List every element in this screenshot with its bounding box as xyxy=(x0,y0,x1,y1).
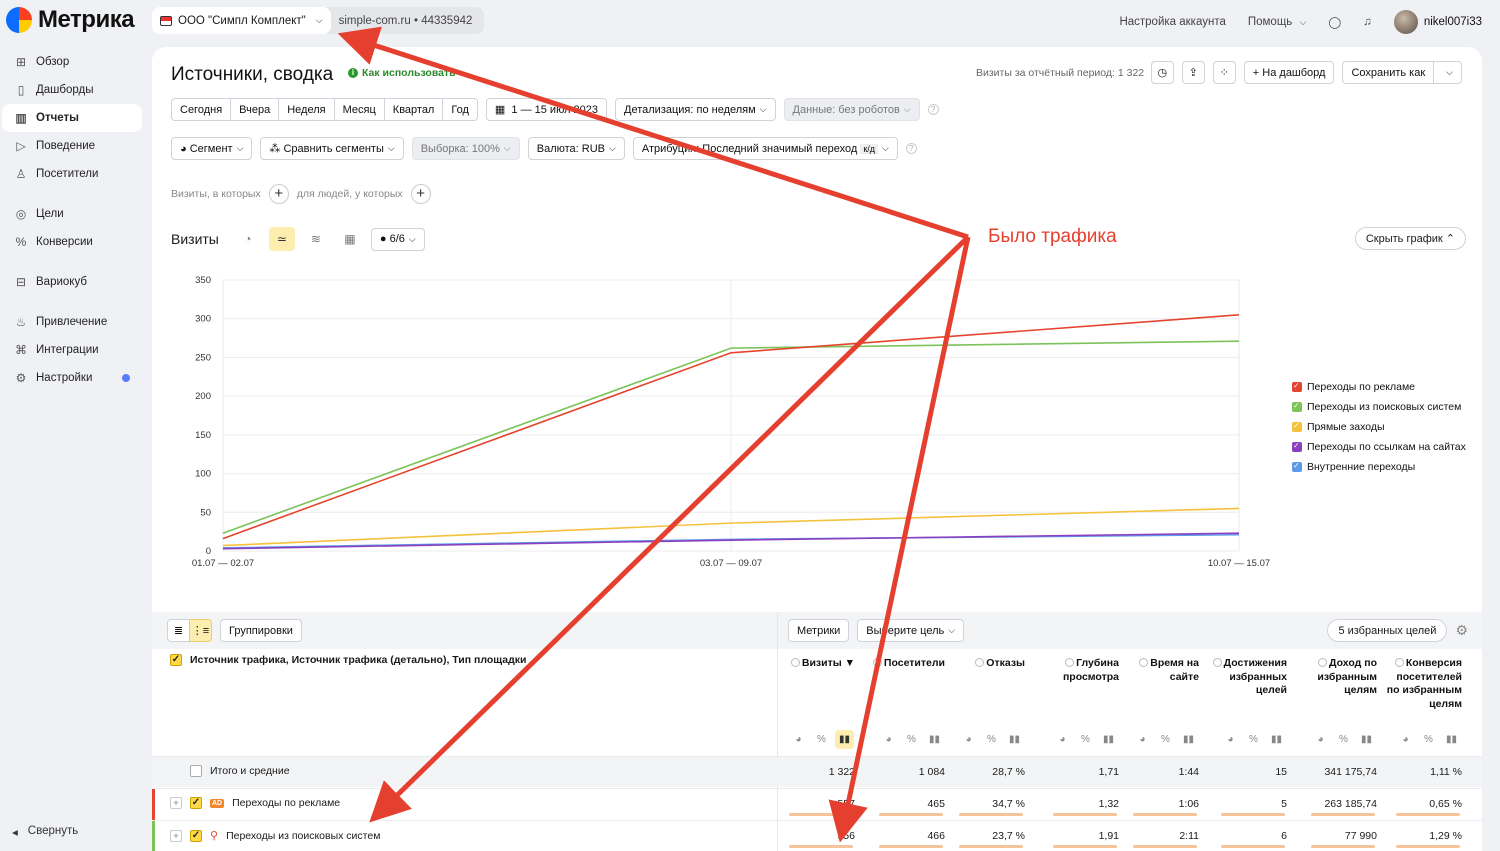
annotation-overlay xyxy=(337,26,971,843)
annotation-arrow xyxy=(337,26,969,240)
annotation-arrow xyxy=(369,235,970,823)
annotation-text: Было трафика xyxy=(988,226,1117,247)
annotation-arrow xyxy=(828,236,971,843)
